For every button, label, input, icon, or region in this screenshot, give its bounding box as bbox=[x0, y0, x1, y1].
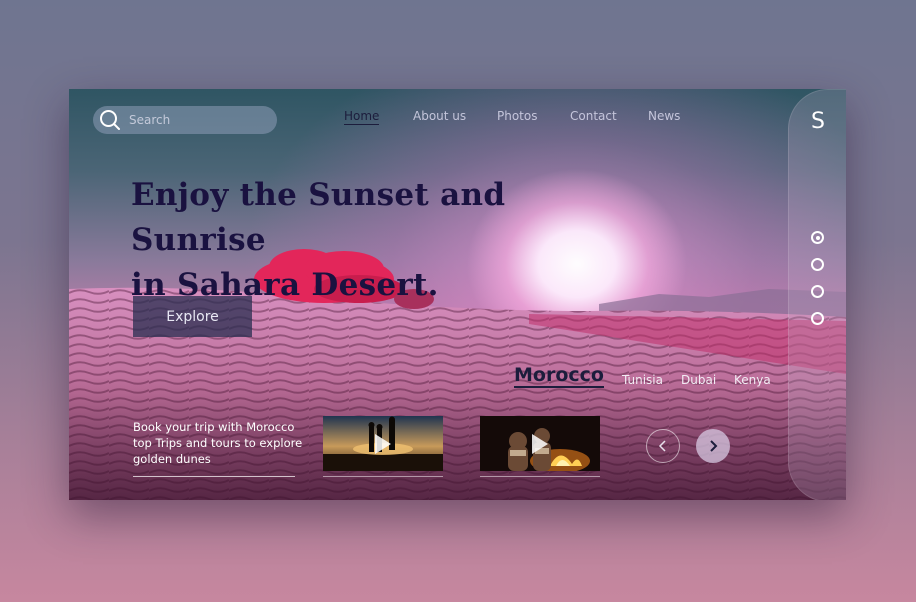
brand-logo[interactable]: S bbox=[811, 109, 825, 134]
chevron-right-icon bbox=[710, 440, 718, 452]
hero-card: Home About us Photos Contact News Enjoy … bbox=[69, 89, 846, 500]
nav-news[interactable]: News bbox=[648, 109, 680, 123]
search-bar[interactable] bbox=[93, 106, 277, 134]
nav-photos[interactable]: Photos bbox=[497, 109, 537, 123]
chevron-left-icon bbox=[658, 440, 666, 452]
nav-contact[interactable]: Contact bbox=[570, 109, 617, 123]
slide-dot-2[interactable] bbox=[811, 258, 824, 271]
divider bbox=[133, 476, 295, 477]
slide-dot-3[interactable] bbox=[811, 285, 824, 298]
headline-line-1: Enjoy the Sunset and Sunrise bbox=[131, 177, 506, 258]
nav-about-us[interactable]: About us bbox=[413, 109, 466, 123]
sunset-silhouette-image bbox=[323, 416, 443, 471]
hero-headline: Enjoy the Sunset and Sunrise in Sahara D… bbox=[131, 173, 651, 308]
video-thumbnail-sunset[interactable] bbox=[323, 416, 443, 471]
carousel-prev-button[interactable] bbox=[646, 429, 680, 463]
destination-tab-active[interactable]: Morocco bbox=[514, 364, 604, 388]
carousel-next-button[interactable] bbox=[696, 429, 730, 463]
promo-text: Book your trip with Morocco top Trips an… bbox=[133, 420, 303, 466]
divider bbox=[323, 476, 443, 477]
campfire-image bbox=[480, 416, 600, 471]
slide-dot-4[interactable] bbox=[811, 312, 824, 325]
explore-button[interactable]: Explore bbox=[133, 296, 252, 337]
destination-tab[interactable]: Dubai bbox=[681, 373, 716, 387]
search-icon bbox=[100, 110, 120, 130]
divider bbox=[480, 476, 600, 477]
destination-tab[interactable]: Kenya bbox=[734, 373, 771, 387]
nav-home[interactable]: Home bbox=[344, 109, 380, 125]
destination-tab[interactable]: Tunisia bbox=[622, 373, 663, 387]
slide-dot-1[interactable] bbox=[811, 231, 824, 244]
video-thumbnail-campfire[interactable] bbox=[480, 416, 600, 471]
search-input[interactable] bbox=[127, 112, 261, 128]
